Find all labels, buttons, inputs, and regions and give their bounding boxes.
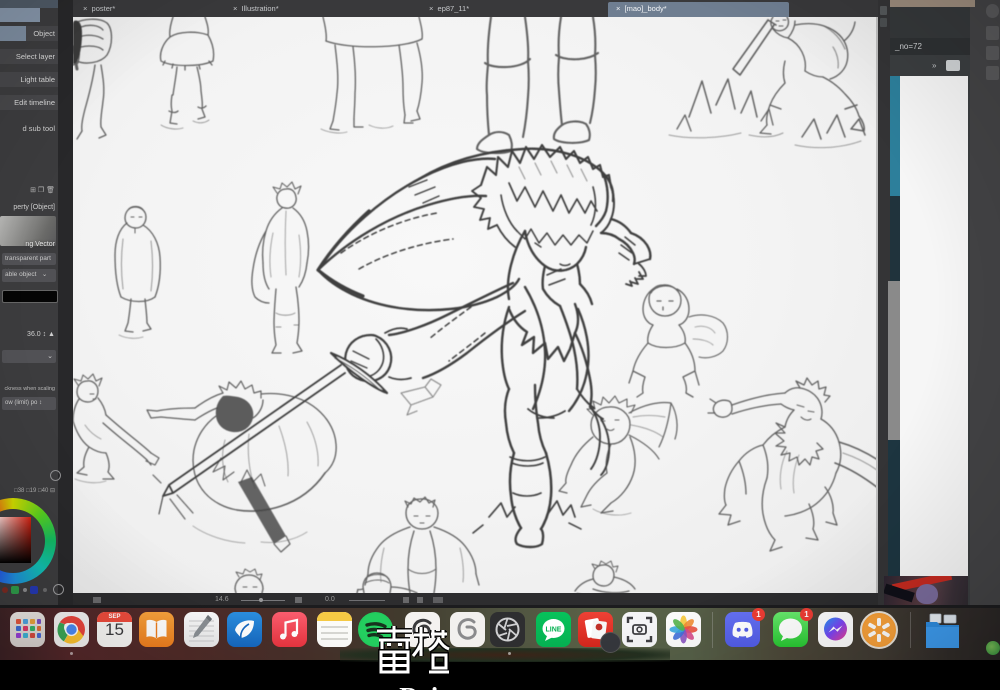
svg-text:LINE: LINE [546, 627, 562, 634]
